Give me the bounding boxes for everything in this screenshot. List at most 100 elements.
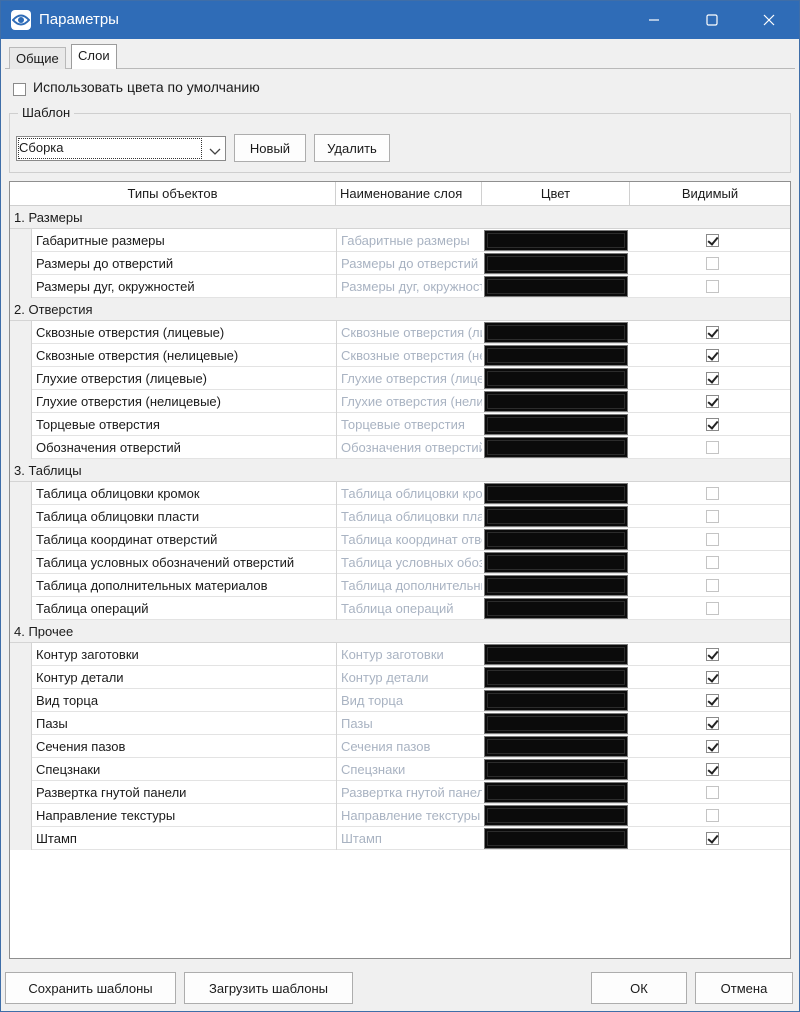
layer-color-swatch[interactable] [484,828,628,849]
table-row[interactable]: Сечения пазов Сечения пазов [10,735,790,758]
group-row[interactable]: 3. Таблицы [10,459,790,482]
visible-checkbox[interactable] [706,326,719,339]
table-row[interactable]: Размеры дуг, окружностей Размеры дуг, окр… [10,275,790,298]
table-row[interactable]: Таблица облицовки пласти Таблица облицовк… [10,505,790,528]
visible-checkbox[interactable] [706,809,719,822]
layer-name-cell[interactable]: Вид торца [336,689,482,712]
layer-color-swatch[interactable] [484,667,628,688]
layer-color-swatch[interactable] [484,276,628,297]
layer-color-swatch[interactable] [484,230,628,251]
layer-color-swatch[interactable] [484,529,628,550]
layer-color-swatch[interactable] [484,644,628,665]
layer-name-cell[interactable]: Размеры дуг, окружностей [336,275,482,298]
table-row[interactable]: Обозначения отверстий Обозначения отверст… [10,436,790,459]
minimize-icon[interactable] [631,1,677,39]
layer-name-cell[interactable]: Размеры до отверстий [336,252,482,275]
layer-name-cell[interactable]: Таблица облицовки кромок [336,482,482,505]
table-row[interactable]: Таблица облицовки кромок Таблица облицовк… [10,482,790,505]
visible-checkbox[interactable] [706,257,719,270]
layer-color-swatch[interactable] [484,483,628,504]
layer-color-swatch[interactable] [484,690,628,711]
template-select[interactable]: Сборка [16,136,226,161]
visible-checkbox[interactable] [706,510,719,523]
layer-color-swatch[interactable] [484,759,628,780]
table-row[interactable]: Спецзнаки Спецзнаки [10,758,790,781]
layer-name-cell[interactable]: Пазы [336,712,482,735]
column-header-visible[interactable]: Видимый [630,182,790,206]
maximize-icon[interactable] [689,1,735,39]
title-bar[interactable]: Параметры [1,1,799,39]
table-row[interactable]: Торцевые отверстия Торцевые отверстия [10,413,790,436]
layer-color-swatch[interactable] [484,345,628,366]
group-row[interactable]: 4. Прочее [10,620,790,643]
new-template-button[interactable]: Новый [234,134,306,162]
layer-name-cell[interactable]: Таблица операций [336,597,482,620]
layer-name-cell[interactable]: Развертка гнутой панели [336,781,482,804]
visible-checkbox[interactable] [706,533,719,546]
ok-button[interactable]: ОК [591,972,687,1004]
table-row[interactable]: Развертка гнутой панели Развертка гнутой … [10,781,790,804]
layer-name-cell[interactable]: Обозначения отверстий [336,436,482,459]
layer-color-swatch[interactable] [484,575,628,596]
column-header-name[interactable]: Наименование слоя [336,182,482,206]
close-icon[interactable] [746,1,792,39]
visible-checkbox[interactable] [706,786,719,799]
layer-color-swatch[interactable] [484,368,628,389]
layer-name-cell[interactable]: Таблица координат отверстий [336,528,482,551]
visible-checkbox[interactable] [706,372,719,385]
layer-color-swatch[interactable] [484,552,628,573]
table-row[interactable]: Направление текстуры Направление текстуры [10,804,790,827]
layer-color-swatch[interactable] [484,736,628,757]
visible-checkbox[interactable] [706,395,719,408]
visible-checkbox[interactable] [706,349,719,362]
layer-name-cell[interactable]: Сквозные отверстия (лицевые) [336,321,482,344]
visible-checkbox[interactable] [706,418,719,431]
tab-layers[interactable]: Слои [71,44,117,70]
visible-checkbox[interactable] [706,579,719,592]
layer-color-swatch[interactable] [484,713,628,734]
layer-color-swatch[interactable] [484,391,628,412]
visible-checkbox[interactable] [706,556,719,569]
layer-color-swatch[interactable] [484,782,628,803]
table-row[interactable]: Контур детали Контур детали [10,666,790,689]
layer-color-swatch[interactable] [484,322,628,343]
table-row[interactable]: Вид торца Вид торца [10,689,790,712]
visible-checkbox[interactable] [706,487,719,500]
layer-name-cell[interactable]: Таблица условных обозначений отверстий [336,551,482,574]
table-row[interactable]: Контур заготовки Контур заготовки [10,643,790,666]
column-header-color[interactable]: Цвет [482,182,630,206]
layer-color-swatch[interactable] [484,598,628,619]
layer-name-cell[interactable]: Направление текстуры [336,804,482,827]
table-row[interactable]: Пазы Пазы [10,712,790,735]
load-templates-button[interactable]: Загрузить шаблоны [184,972,353,1004]
visible-checkbox[interactable] [706,832,719,845]
visible-checkbox[interactable] [706,602,719,615]
layer-color-swatch[interactable] [484,506,628,527]
layer-name-cell[interactable]: Торцевые отверстия [336,413,482,436]
layer-name-cell[interactable]: Глухие отверстия (нелицевые) [336,390,482,413]
layer-color-swatch[interactable] [484,414,628,435]
layer-name-cell[interactable]: Сечения пазов [336,735,482,758]
save-templates-button[interactable]: Сохранить шаблоны [5,972,176,1004]
table-row[interactable]: Сквозные отверстия (нелицевые) Сквозные о… [10,344,790,367]
group-row[interactable]: 2. Отверстия [10,298,790,321]
table-row[interactable]: Габаритные размеры Габаритные размеры [10,229,790,252]
chevron-down-icon[interactable] [209,144,221,159]
layer-name-cell[interactable]: Штамп [336,827,482,850]
visible-checkbox[interactable] [706,763,719,776]
layer-color-swatch[interactable] [484,253,628,274]
delete-template-button[interactable]: Удалить [314,134,390,162]
column-header-type[interactable]: Типы объектов [10,182,336,206]
table-row[interactable]: Таблица условных обозначений отверстий Та… [10,551,790,574]
visible-checkbox[interactable] [706,280,719,293]
visible-checkbox[interactable] [706,694,719,707]
layer-color-swatch[interactable] [484,805,628,826]
layer-name-cell[interactable]: Сквозные отверстия (нелицевые) [336,344,482,367]
cancel-button[interactable]: Отмена [695,972,793,1004]
layer-name-cell[interactable]: Глухие отверстия (лицевые) [336,367,482,390]
layer-name-cell[interactable]: Габаритные размеры [336,229,482,252]
layer-name-cell[interactable]: Контур заготовки [336,643,482,666]
table-row[interactable]: Глухие отверстия (нелицевые) Глухие отвер… [10,390,790,413]
table-row[interactable]: Штамп Штамп [10,827,790,850]
table-row[interactable]: Таблица координат отверстий Таблица коорд… [10,528,790,551]
